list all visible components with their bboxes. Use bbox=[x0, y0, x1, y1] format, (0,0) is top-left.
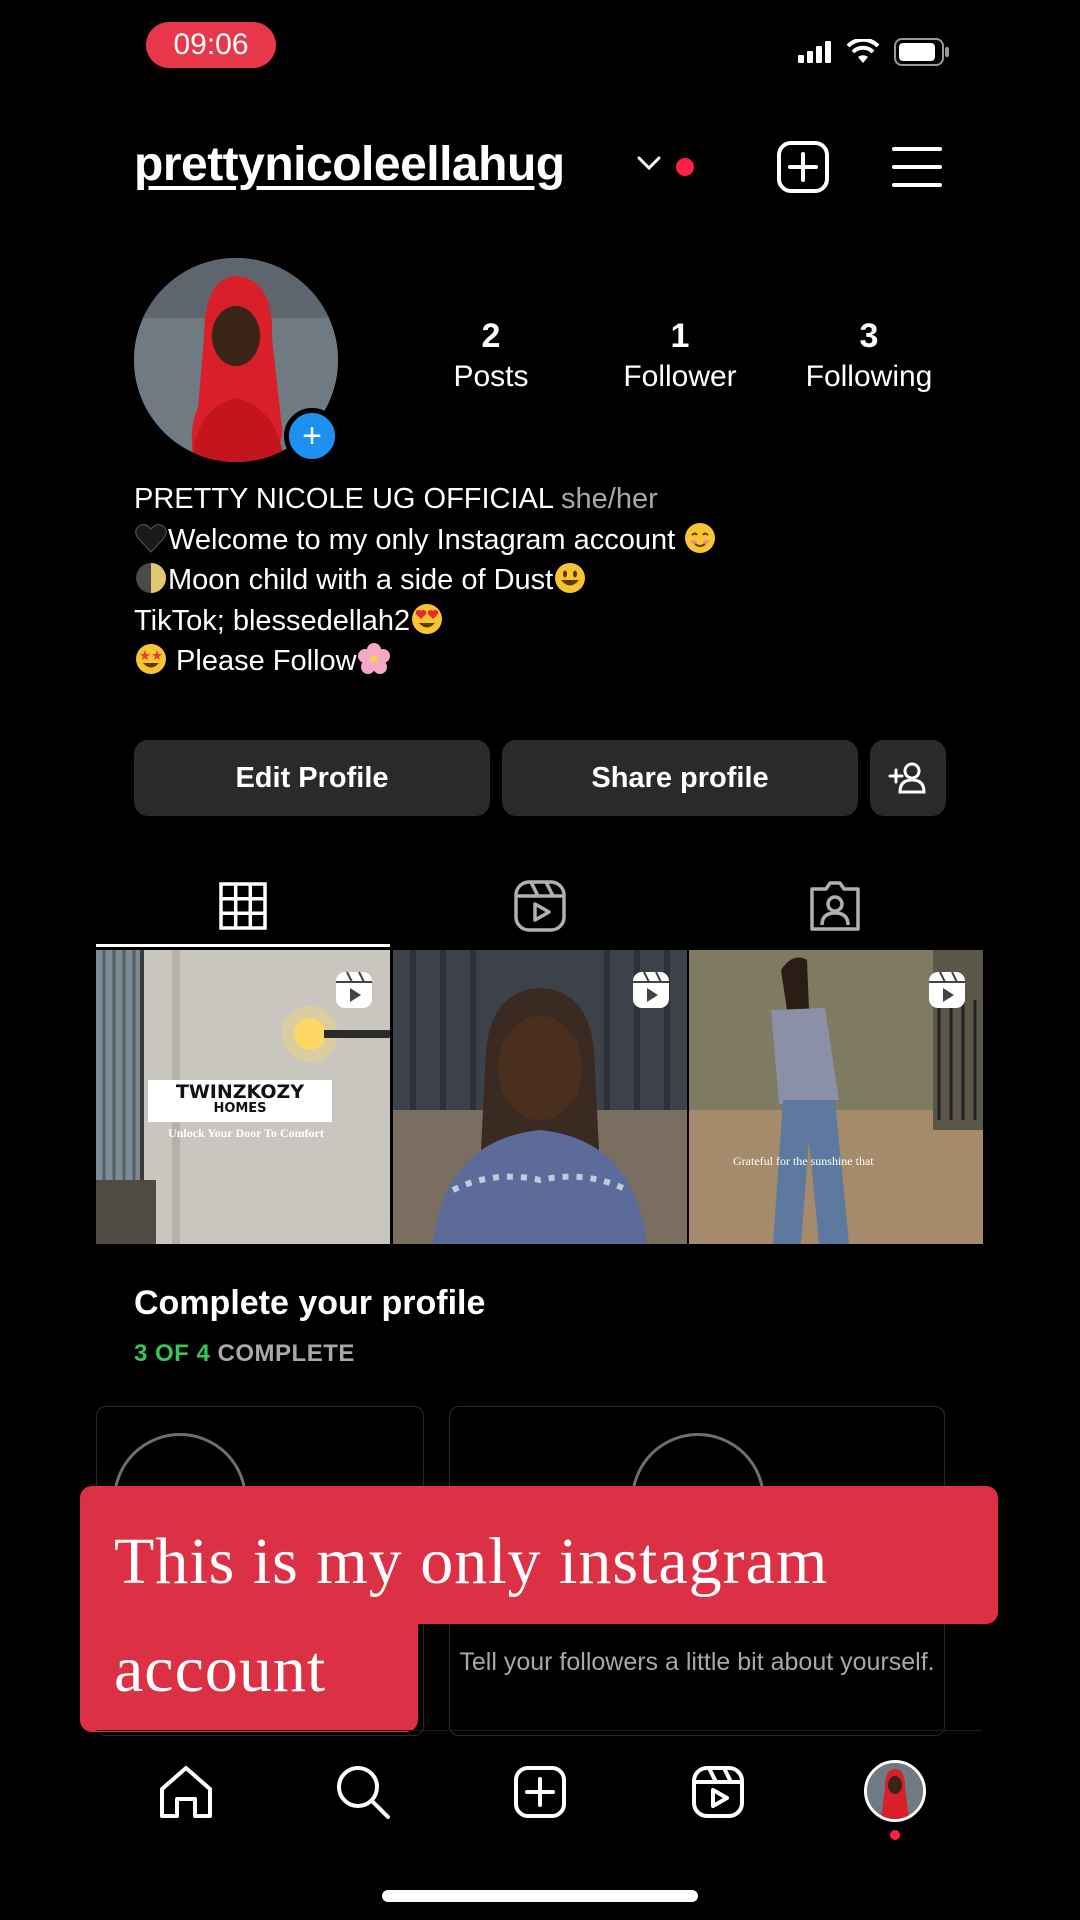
bio-line-2: Moon child with a side of Dust bbox=[168, 564, 554, 596]
complete-profile-progress: 3 OF 4 COMPLETE bbox=[134, 1340, 355, 1368]
battery-icon bbox=[894, 38, 949, 66]
moon-icon bbox=[136, 563, 166, 593]
nav-divider bbox=[96, 1730, 982, 1731]
stat-followers[interactable]: 1 Follower bbox=[585, 317, 775, 394]
home-icon bbox=[160, 1766, 212, 1818]
caption-overlay-text: This is my only instagram account bbox=[114, 1525, 829, 1706]
stat-following[interactable]: 3 Following bbox=[774, 317, 964, 394]
reel-badge-icon bbox=[633, 971, 669, 1008]
post-tagline: Unlock Your Door To Comfort bbox=[168, 1126, 324, 1140]
followers-label: Follower bbox=[623, 360, 737, 393]
bio-line-1: Welcome to my only Instagram account bbox=[168, 523, 684, 556]
edit-profile-button[interactable]: Edit Profile bbox=[134, 740, 490, 816]
notification-dot bbox=[676, 158, 694, 176]
active-tab-indicator bbox=[96, 944, 390, 947]
reels-icon bbox=[514, 880, 566, 932]
reels-icon bbox=[692, 1766, 744, 1818]
display-name: PRETTY NICOLE UG OFFICIAL bbox=[134, 483, 553, 515]
following-count: 3 bbox=[859, 317, 879, 355]
post-brand-logo: TWINZKOZY HOMES bbox=[148, 1080, 332, 1122]
add-person-icon bbox=[888, 762, 926, 794]
search-icon bbox=[337, 1766, 390, 1819]
reel-badge-icon bbox=[929, 971, 965, 1008]
wifi-icon bbox=[846, 39, 880, 63]
profile-bio: PRETTY NICOLE UG OFFICIAL she/her Welcom… bbox=[134, 479, 964, 682]
status-icons bbox=[798, 38, 950, 66]
profile-username[interactable]: prettynicoleellahug bbox=[134, 137, 565, 192]
black-heart-icon bbox=[135, 523, 167, 553]
chevron-down-icon[interactable] bbox=[636, 155, 662, 171]
progress-label: COMPLETE bbox=[217, 1340, 355, 1367]
stat-posts[interactable]: 2 Posts bbox=[396, 317, 586, 394]
menu-icon[interactable] bbox=[892, 146, 942, 188]
status-time: 09:06 bbox=[146, 22, 276, 68]
grinning-face-icon bbox=[555, 563, 586, 593]
nav-search[interactable] bbox=[333, 1762, 393, 1822]
smiling-face-icon bbox=[685, 522, 716, 553]
add-story-button[interactable]: + bbox=[284, 408, 340, 464]
post-thumbnail[interactable]: Grateful for the sunshine that bbox=[689, 950, 983, 1244]
posts-count: 2 bbox=[481, 317, 501, 355]
nav-reels[interactable] bbox=[688, 1762, 748, 1822]
create-icon bbox=[514, 1766, 566, 1818]
tab-reels[interactable] bbox=[393, 864, 687, 948]
complete-profile-title: Complete your profile bbox=[134, 1284, 486, 1322]
nav-profile-avatar[interactable] bbox=[864, 1760, 926, 1822]
new-post-icon[interactable] bbox=[776, 140, 830, 194]
tab-grid[interactable] bbox=[96, 864, 390, 948]
share-profile-button[interactable]: Share profile bbox=[502, 740, 858, 816]
profile-notification-dot bbox=[890, 1830, 900, 1840]
bio-line-3: TikTok; blessedellah2 bbox=[134, 604, 411, 637]
grid-icon bbox=[219, 882, 267, 930]
cherry-blossom-icon bbox=[357, 643, 390, 674]
signal-icon bbox=[798, 41, 831, 63]
post-caption-overlay: Grateful for the sunshine that bbox=[733, 1154, 874, 1168]
progress-count: 3 OF 4 bbox=[134, 1340, 211, 1367]
pronouns: she/her bbox=[561, 483, 658, 515]
nav-home[interactable] bbox=[156, 1762, 216, 1822]
bio-line-4: Please Follow bbox=[168, 645, 357, 677]
tab-tagged[interactable] bbox=[688, 864, 982, 948]
posts-label: Posts bbox=[453, 360, 529, 393]
home-indicator bbox=[382, 1890, 698, 1902]
tagged-icon bbox=[810, 881, 860, 931]
post-thumbnail[interactable]: TWINZKOZY HOMES Unlock Your Door To Comfo… bbox=[96, 950, 390, 1244]
post-thumbnail[interactable] bbox=[393, 950, 687, 1244]
reel-badge-icon bbox=[336, 971, 372, 1008]
followers-count: 1 bbox=[670, 317, 690, 355]
star-struck-icon bbox=[136, 644, 166, 674]
heart-eyes-icon bbox=[412, 603, 443, 634]
following-label: Following bbox=[805, 360, 933, 393]
discover-people-button[interactable] bbox=[870, 740, 946, 816]
nav-create[interactable] bbox=[510, 1762, 570, 1822]
